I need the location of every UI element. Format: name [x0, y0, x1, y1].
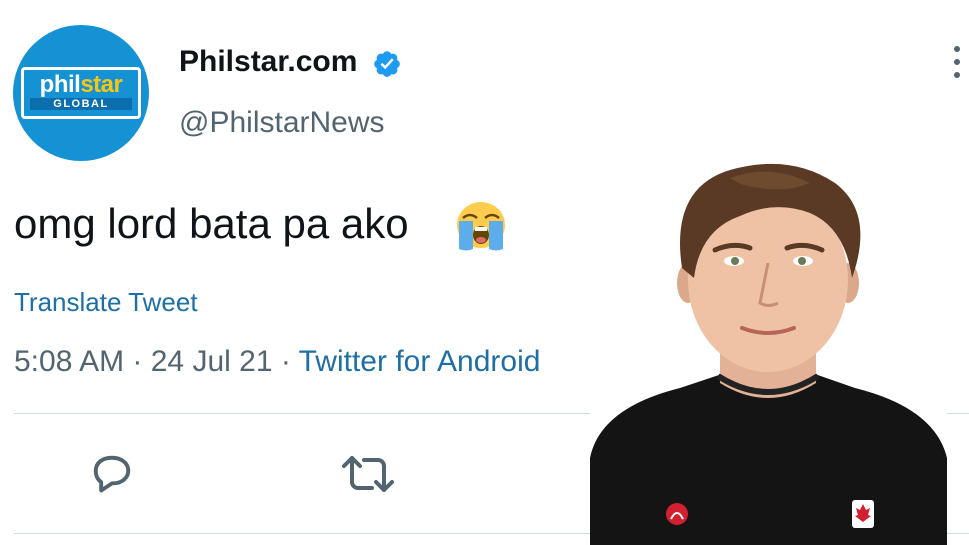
- meta-separator: ·: [124, 345, 151, 378]
- avatar-brand-sub: GLOBAL: [30, 98, 132, 110]
- kebab-dot: [954, 46, 960, 52]
- tweet-time: 5:08 AM: [14, 345, 125, 378]
- tweet-date: 24 Jul 21: [150, 345, 273, 378]
- verified-badge-icon: [374, 51, 400, 77]
- avatar-brand-part2: star: [80, 71, 123, 98]
- account-display-name[interactable]: Philstar.com: [179, 44, 357, 80]
- kebab-dot: [954, 59, 960, 65]
- account-handle[interactable]: @PhilstarNews: [179, 105, 385, 141]
- canada-maple-leaf-logo: [852, 500, 874, 528]
- kebab-menu-icon[interactable]: [945, 46, 969, 84]
- lululemon-logo: [666, 503, 688, 525]
- loudly-crying-face-icon: [457, 202, 505, 251]
- account-avatar[interactable]: philstar GLOBAL: [13, 25, 149, 161]
- meta-separator: ·: [272, 345, 299, 378]
- avatar-brand: philstar: [24, 72, 138, 98]
- tweet-text: omg lord bata pa ako: [14, 200, 409, 247]
- avatar-brand-part1: phil: [39, 71, 81, 98]
- translate-tweet-link[interactable]: Translate Tweet: [14, 286, 198, 318]
- retweet-icon[interactable]: [338, 450, 398, 498]
- kebab-dot: [954, 72, 960, 78]
- athlete-portrait-photo: [590, 158, 947, 545]
- tweet-source-link[interactable]: Twitter for Android: [299, 345, 541, 378]
- reply-bubble-icon[interactable]: [86, 448, 138, 500]
- tweet-metadata: 5:08 AM · 24 Jul 21 · Twitter for Androi…: [14, 343, 540, 381]
- philstar-global-logo: philstar GLOBAL: [21, 67, 141, 119]
